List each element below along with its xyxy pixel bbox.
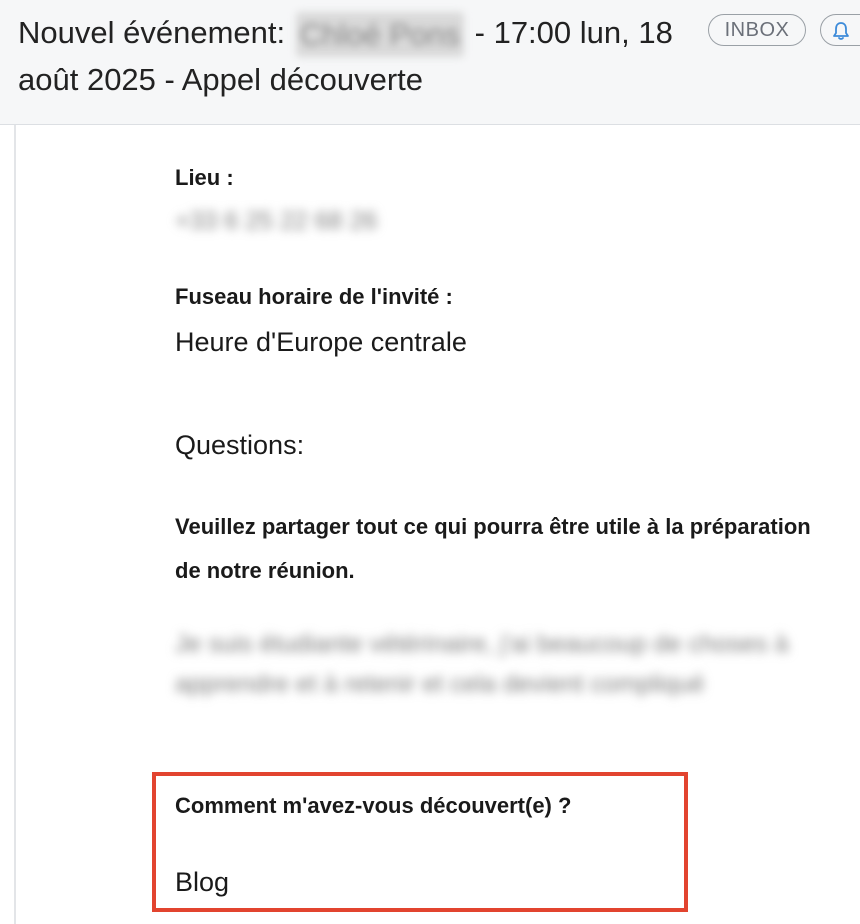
questions-heading: Questions:	[175, 430, 305, 460]
subject-redacted-name: Chloé Pons	[295, 12, 465, 58]
notification-button[interactable]	[820, 14, 860, 46]
email-subject: Nouvel événement: Chloé Pons - 17:00 lun…	[18, 10, 698, 102]
location-value: +33 6 25 22 68 26	[175, 207, 378, 235]
subject-prefix: Nouvel événement:	[18, 15, 286, 50]
question1-answer: Je suis étudiante vétérinaire, j'ai beau…	[175, 630, 789, 698]
timezone-label: Fuseau horaire de l'invité :	[175, 284, 453, 309]
inbox-label-badge[interactable]: INBOX	[708, 14, 806, 46]
question1-label: Veuillez partager tout ce qui pourra êtr…	[175, 514, 811, 583]
location-label: Lieu :	[175, 165, 234, 190]
highlight-annotation	[152, 772, 688, 912]
bell-icon	[833, 22, 849, 40]
email-header: Nouvel événement: Chloé Pons - 17:00 lun…	[0, 0, 860, 125]
timezone-value: Heure d'Europe centrale	[175, 327, 467, 357]
message-left-rule	[14, 125, 16, 924]
